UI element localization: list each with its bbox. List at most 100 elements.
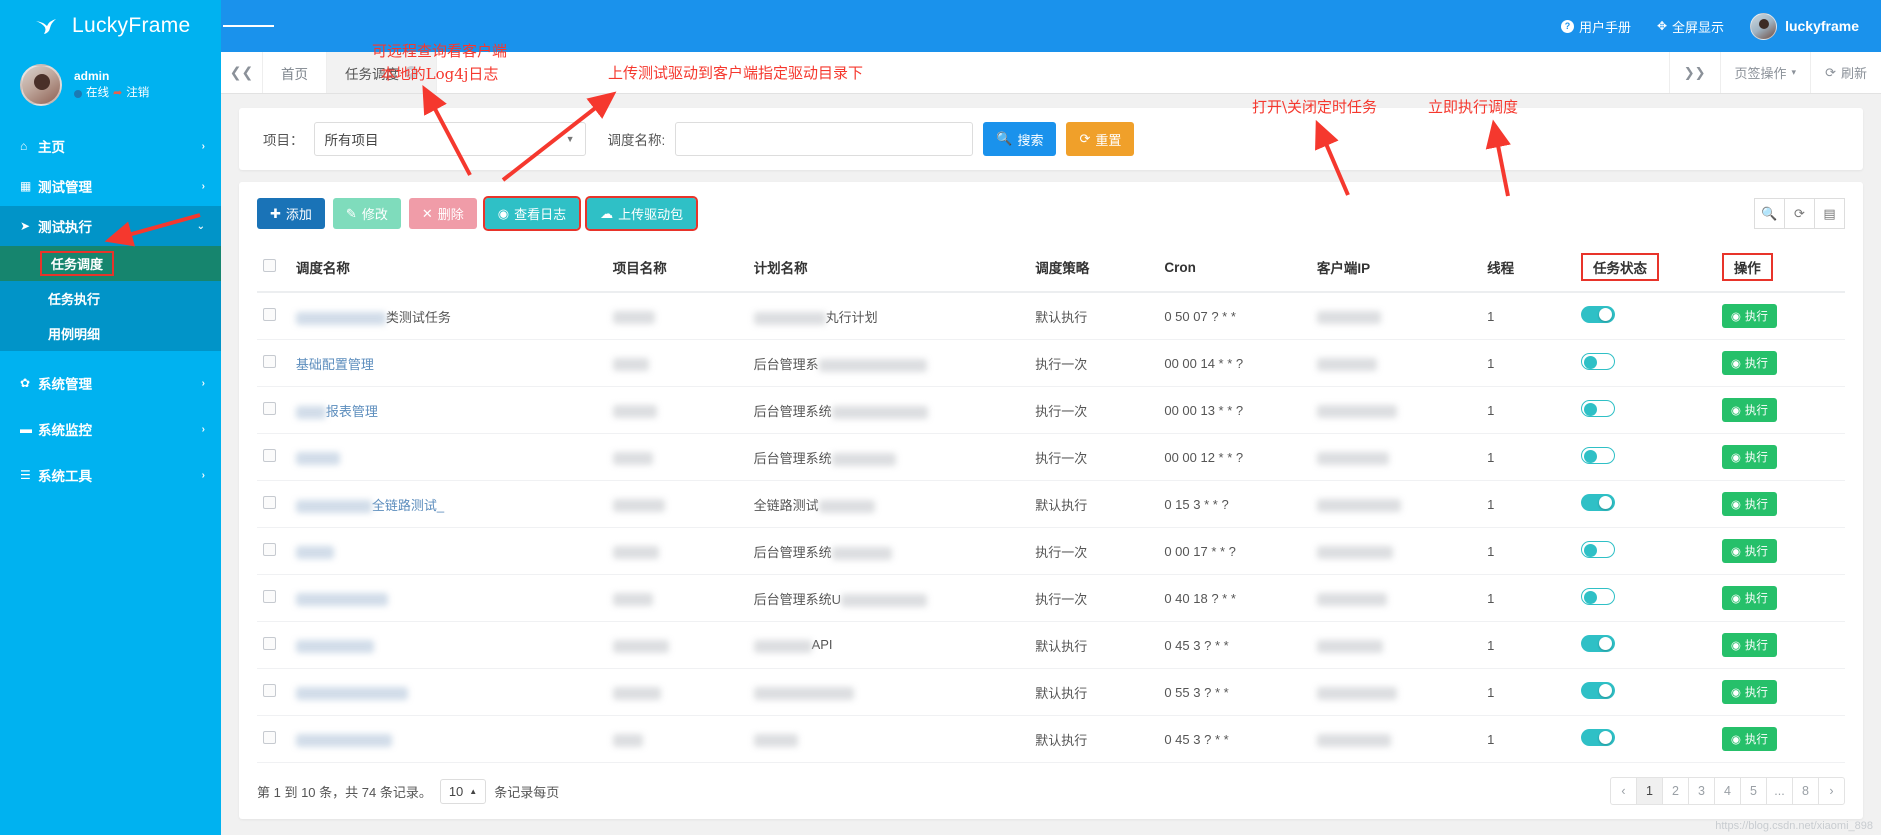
fullscreen-button[interactable]: ✥ 全屏显示 <box>1657 17 1724 36</box>
row-select-cell[interactable] <box>257 669 290 716</box>
row-checkbox[interactable] <box>263 308 276 321</box>
project-select[interactable]: 所有项目 ▼ <box>314 122 586 156</box>
refresh-icon[interactable]: ⟳ <box>1784 198 1815 229</box>
task-status-toggle[interactable] <box>1581 682 1615 699</box>
row-select-cell[interactable] <box>257 622 290 669</box>
task-status-toggle[interactable] <box>1581 541 1615 558</box>
cell-schedule-name[interactable] <box>290 528 607 575</box>
execute-button[interactable]: ◉执行 <box>1722 351 1777 375</box>
cell-task-status[interactable] <box>1575 340 1716 387</box>
table-row[interactable]: API默认执行0 45 3 ? * *1 ◉执行 <box>257 622 1845 669</box>
table-row[interactable]: 后台管理系统执行一次00 00 12 * * ?1 ◉执行 <box>257 434 1845 481</box>
column-actions[interactable]: 操作 <box>1716 243 1845 292</box>
table-row[interactable]: 报表管理后台管理系统执行一次00 00 13 * * ?1 ◉执行 <box>257 387 1845 434</box>
cell-task-status[interactable] <box>1575 575 1716 622</box>
row-checkbox[interactable] <box>263 543 276 556</box>
cell-schedule-name[interactable]: 报表管理 <box>290 387 607 434</box>
row-select-cell[interactable] <box>257 340 290 387</box>
row-select-cell[interactable] <box>257 387 290 434</box>
cell-schedule-name[interactable] <box>290 575 607 622</box>
search-button[interactable]: 🔍 搜索 <box>983 122 1056 156</box>
user-manual-link[interactable]: ? 用户手册 <box>1561 17 1631 36</box>
execute-button[interactable]: ◉执行 <box>1722 586 1777 610</box>
page-button[interactable]: ‹ <box>1610 777 1637 805</box>
cell-actions[interactable]: ◉执行 <box>1716 481 1845 528</box>
row-select-cell[interactable] <box>257 716 290 763</box>
sidebar-item-task-execution[interactable]: 任务执行 <box>0 281 221 316</box>
page-button[interactable]: 5 <box>1740 777 1767 805</box>
table-row[interactable]: 默认执行0 55 3 ? * *1 ◉执行 <box>257 669 1845 716</box>
execute-button[interactable]: ◉执行 <box>1722 539 1777 563</box>
page-button[interactable]: ... <box>1766 777 1793 805</box>
cell-actions[interactable]: ◉执行 <box>1716 716 1845 763</box>
row-select-cell[interactable] <box>257 434 290 481</box>
task-status-toggle[interactable] <box>1581 400 1615 417</box>
page-button[interactable]: 2 <box>1662 777 1689 805</box>
table-row[interactable]: 默认执行0 45 3 ? * *1 ◉执行 <box>257 716 1845 763</box>
execute-button[interactable]: ◉执行 <box>1722 492 1777 516</box>
account-menu[interactable]: luckyframe <box>1750 13 1859 40</box>
task-status-toggle[interactable] <box>1581 729 1615 746</box>
delete-button[interactable]: ✕ 删除 <box>409 198 477 229</box>
table-row[interactable]: 全链路测试_全链路测试默认执行0 15 3 * * ?1 ◉执行 <box>257 481 1845 528</box>
sidebar-item-case-detail[interactable]: 用例明细 <box>0 316 221 351</box>
cell-task-status[interactable] <box>1575 481 1716 528</box>
row-checkbox[interactable] <box>263 402 276 415</box>
column-strategy[interactable]: 调度策略 <box>1029 243 1158 292</box>
task-status-toggle[interactable] <box>1581 635 1615 652</box>
cell-actions[interactable]: ◉执行 <box>1716 575 1845 622</box>
page-button[interactable]: 8 <box>1792 777 1819 805</box>
row-checkbox[interactable] <box>263 449 276 462</box>
edit-button[interactable]: ✎ 修改 <box>333 198 401 229</box>
execute-button[interactable]: ◉执行 <box>1722 633 1777 657</box>
page-button[interactable]: 1 <box>1636 777 1663 805</box>
table-row[interactable]: 基础配置管理后台管理系执行一次00 00 14 * * ?1 ◉执行 <box>257 340 1845 387</box>
brand[interactable]: LuckyFrame <box>0 0 221 52</box>
column-thread[interactable]: 线程 <box>1481 243 1575 292</box>
schedule-name-text[interactable]: 全链路测试_ <box>372 498 444 513</box>
task-status-toggle[interactable] <box>1581 306 1615 323</box>
cell-schedule-name[interactable] <box>290 434 607 481</box>
column-cron[interactable]: Cron <box>1158 243 1311 292</box>
page-button[interactable]: 4 <box>1714 777 1741 805</box>
cell-task-status[interactable] <box>1575 387 1716 434</box>
cell-schedule-name[interactable]: 类测试任务 <box>290 292 607 340</box>
cell-task-status[interactable] <box>1575 669 1716 716</box>
execute-button[interactable]: ◉执行 <box>1722 445 1777 469</box>
upload-driver-button[interactable]: ☁ 上传驱动包 <box>587 198 696 229</box>
column-client-ip[interactable]: 客户端IP <box>1311 243 1481 292</box>
sidebar-item-test-management[interactable]: ▦ 测试管理 › <box>0 166 221 206</box>
per-page-select[interactable]: 10 ▲ <box>440 779 486 804</box>
task-status-toggle[interactable] <box>1581 447 1615 464</box>
page-button[interactable]: › <box>1818 777 1845 805</box>
column-project-name[interactable]: 项目名称 <box>607 243 748 292</box>
table-row[interactable]: 后台管理系统U执行一次0 40 18 ? * *1 ◉执行 <box>257 575 1845 622</box>
row-checkbox[interactable] <box>263 637 276 650</box>
search-icon[interactable]: 🔍 <box>1754 198 1785 229</box>
sidebar-item-system-tools[interactable]: ☰ 系统工具 › <box>0 455 221 495</box>
cell-task-status[interactable] <box>1575 622 1716 669</box>
select-all-checkbox[interactable] <box>263 259 276 272</box>
cell-task-status[interactable] <box>1575 434 1716 481</box>
logout-link[interactable]: 注销 <box>126 85 149 102</box>
table-row[interactable]: 类测试任务丸行计划默认执行0 50 07 ? * *1 ◉执行 <box>257 292 1845 340</box>
table-row[interactable]: 后台管理系统执行一次0 00 17 * * ?1 ◉执行 <box>257 528 1845 575</box>
cell-schedule-name[interactable]: 基础配置管理 <box>290 340 607 387</box>
column-task-status[interactable]: 任务状态 <box>1575 243 1716 292</box>
task-status-toggle[interactable] <box>1581 588 1615 605</box>
schedule-name-text[interactable]: 基础配置管理 <box>296 357 374 372</box>
row-select-cell[interactable] <box>257 481 290 528</box>
refresh-button[interactable]: ⟳ 刷新 <box>1810 52 1881 93</box>
sidebar-item-system-monitor[interactable]: ▬ 系统监控 › <box>0 409 221 449</box>
add-button[interactable]: ✚ 添加 <box>257 198 325 229</box>
execute-button[interactable]: ◉执行 <box>1722 727 1777 751</box>
hamburger-icon[interactable] <box>221 22 275 29</box>
tab-operations-menu[interactable]: 页签操作 ▾ <box>1720 52 1811 93</box>
tab-home[interactable]: 首页 <box>263 52 327 93</box>
cell-schedule-name[interactable] <box>290 622 607 669</box>
cell-task-status[interactable] <box>1575 292 1716 340</box>
cell-schedule-name[interactable] <box>290 669 607 716</box>
column-schedule-name[interactable]: 调度名称 <box>290 243 607 292</box>
reset-button[interactable]: ⟳ 重置 <box>1066 122 1134 156</box>
cell-actions[interactable]: ◉执行 <box>1716 528 1845 575</box>
